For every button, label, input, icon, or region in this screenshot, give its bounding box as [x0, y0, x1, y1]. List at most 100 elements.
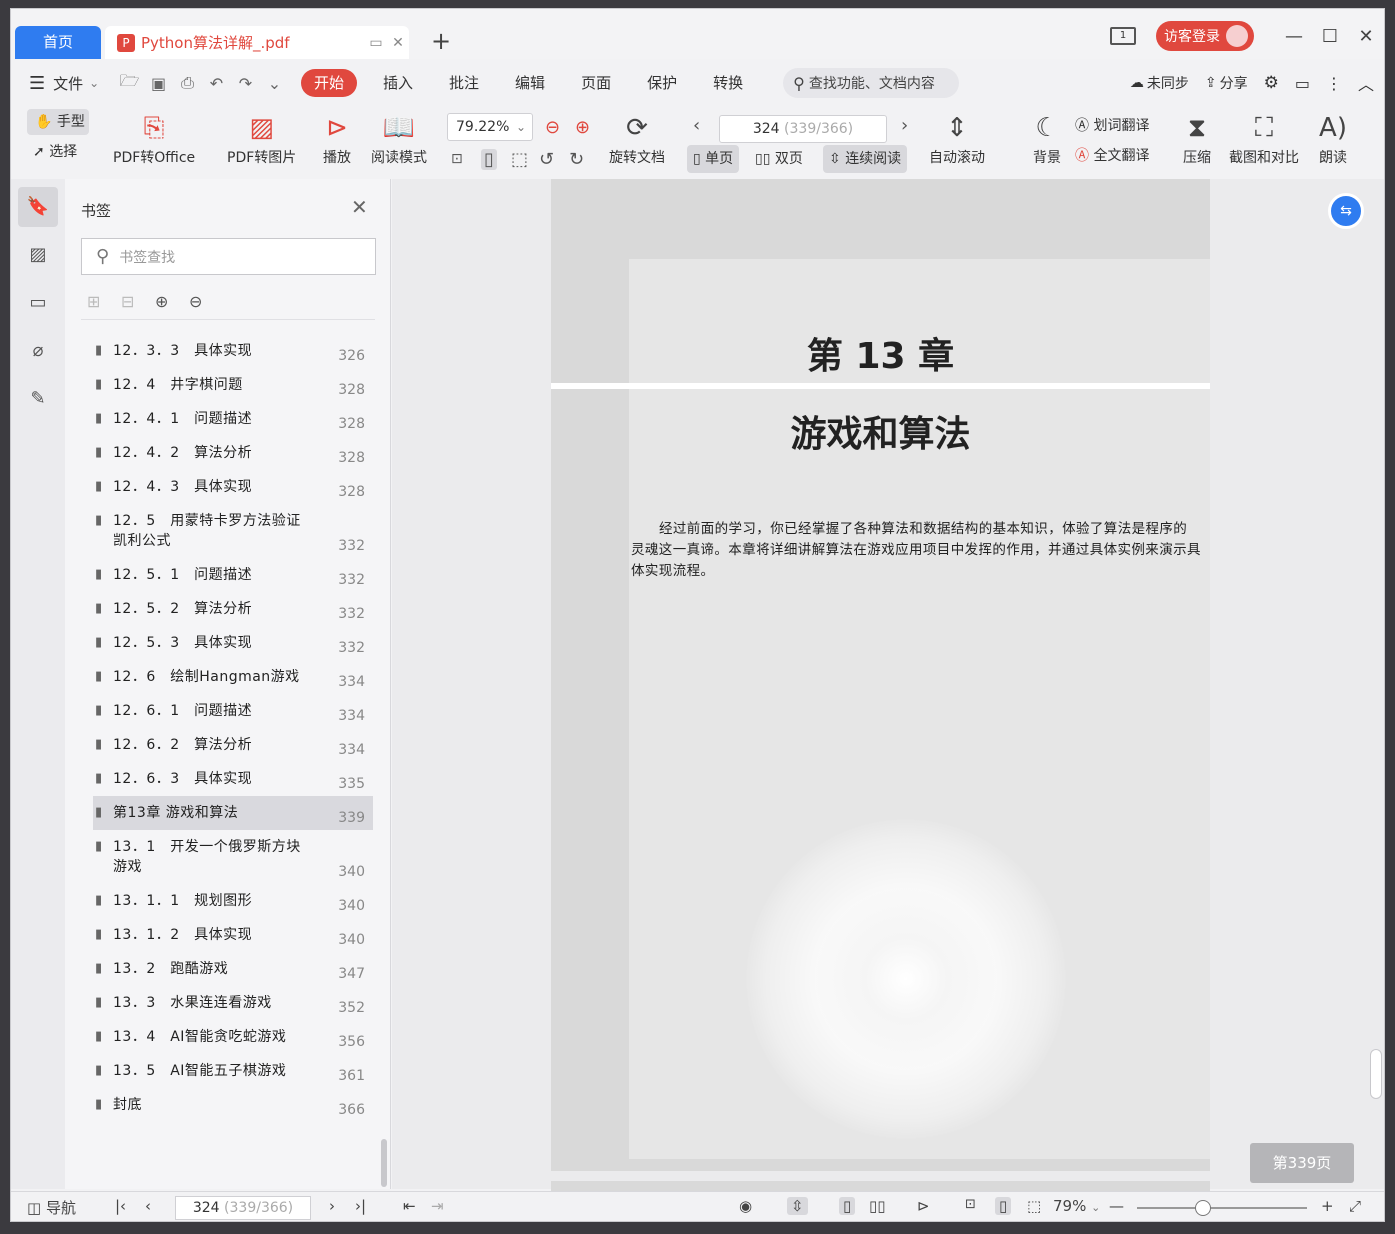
continuous-read-button[interactable]: ⇳ 连续阅读 [823, 145, 908, 173]
expand-all-icon[interactable]: ⊞ [87, 292, 121, 311]
share-button[interactable]: ⇪ 分享 [1205, 73, 1248, 93]
select-tool-button[interactable]: ➚ 选择 [33, 141, 77, 161]
forward-icon[interactable]: ⇥ [431, 1197, 444, 1215]
settings-icon[interactable]: ⚙ [1264, 73, 1279, 93]
fit-page-icon[interactable]: ▯ [995, 1197, 1012, 1215]
bookmark-item[interactable]: ▮ 12．6．3 具体实现 335 [93, 762, 373, 796]
prev-page-icon[interactable]: ‹ [693, 115, 700, 136]
bookmark-item[interactable]: ▮ 12．6．2 算法分析 334 [93, 728, 373, 762]
single-page-view-icon[interactable]: ▯ [839, 1197, 856, 1215]
play-button[interactable]: ⊳ 播放 [323, 109, 351, 167]
next-page-icon[interactable]: › [901, 115, 908, 136]
bookmark-item[interactable]: ▮ 13．1 开发一个俄罗斯方块游戏 340 [93, 830, 373, 884]
bookmark-item[interactable]: ▮ 12．5．3 具体实现 332 [93, 626, 373, 660]
bookmark-item[interactable]: ▮ 12．4．2 算法分析 328 [93, 436, 373, 470]
bookmark-item[interactable]: ▮ 12．6．1 问题描述 334 [93, 694, 373, 728]
bookmark-item[interactable]: ▮ 12．4 井字棋问题 328 [93, 368, 373, 402]
minimize-icon[interactable]: — [1276, 26, 1312, 47]
zoom-in-icon[interactable]: + [1321, 1197, 1334, 1215]
menu-tab-edit[interactable]: 编辑 [497, 69, 563, 97]
fullscreen-icon[interactable]: ⤢ [1349, 1197, 1361, 1215]
print-icon[interactable]: ⎙ [173, 73, 202, 93]
menu-tab-convert[interactable]: 转换 [695, 69, 761, 97]
redo-icon[interactable]: ↷ [231, 74, 260, 93]
floating-tool-button[interactable]: ⇆ [1328, 193, 1364, 229]
bookmark-item[interactable]: ▮ 13．5 AI智能五子棋游戏 361 [93, 1054, 373, 1088]
document-viewport[interactable]: 第 13 章 游戏和算法 经过前面的学习，你已经掌握了各种算法和数据结构的基本知… [392, 179, 1384, 1193]
rotate-document-button[interactable]: ⟳ 旋转文档 [609, 109, 665, 167]
save-icon[interactable]: ▣ [144, 74, 173, 93]
bookmark-item[interactable]: ▮ 13．1．2 具体实现 340 [93, 918, 373, 952]
eye-protection-icon[interactable]: ◉ [739, 1197, 752, 1215]
document-scrollbar[interactable] [1370, 1049, 1382, 1099]
bookmark-item[interactable]: ▮ 13．3 水果连连看游戏 352 [93, 986, 373, 1020]
zoom-out-icon[interactable]: — [1109, 1197, 1124, 1215]
zoom-out-icon[interactable]: ⊖ [545, 117, 560, 138]
pdf-to-image-button[interactable]: ▨ PDF转图片 [227, 109, 296, 167]
read-aloud-button[interactable]: A) 朗读 [1319, 109, 1347, 167]
undo-icon[interactable]: ↶ [202, 74, 231, 93]
fit-width-icon[interactable]: ⬚ [511, 149, 528, 170]
collapse-ribbon-icon[interactable]: ︿ [1358, 71, 1374, 95]
attachment-icon[interactable]: ⌀ [18, 331, 58, 371]
signature-icon[interactable]: ✎ [18, 379, 58, 419]
bookmark-item[interactable]: ▮ 12．4．3 具体实现 328 [93, 470, 373, 504]
double-page-view-icon[interactable]: ▯▯ [869, 1197, 886, 1215]
actual-size-icon[interactable]: ⊡ [451, 151, 463, 167]
zoom-slider[interactable] [1137, 1200, 1307, 1216]
screenshot-compare-button[interactable]: ⛶ 截图和对比 [1229, 109, 1299, 167]
background-button[interactable]: ☾ 背景 [1033, 109, 1061, 167]
rotate-left-icon[interactable]: ↺ [539, 149, 554, 170]
single-page-button[interactable]: ▯ 单页 [687, 145, 740, 173]
tab-home[interactable]: 首页 [15, 26, 101, 59]
close-tab-icon[interactable]: ✕ [387, 35, 409, 51]
next-page-icon[interactable]: › [329, 1197, 335, 1215]
comment-icon[interactable]: ▭ [1295, 74, 1310, 93]
bookmark-item[interactable]: ▮ 12．3．3 具体实现 326 [93, 334, 373, 368]
hand-tool-button[interactable]: ✋ 手型 [27, 109, 89, 135]
bookmark-item[interactable]: ▮ 13．4 AI智能贪吃蛇游戏 356 [93, 1020, 373, 1054]
open-folder-icon[interactable]: 🗁 [115, 70, 144, 97]
bookmark-search-input[interactable]: ⚲ 书签查找 [81, 238, 376, 275]
zoom-select[interactable]: 79.22% ⌄ [447, 113, 533, 141]
bookmark-item[interactable]: ▮ 12．5 用蒙特卡罗方法验证凯利公式 332 [93, 504, 373, 558]
zoom-slider-handle[interactable] [1195, 1200, 1211, 1216]
full-translate-button[interactable]: Ⓐ 全文翻译 [1075, 145, 1149, 165]
close-window-icon[interactable]: ✕ [1348, 26, 1384, 47]
login-button[interactable]: 访客登录 [1156, 21, 1254, 51]
function-search-input[interactable]: ⚲ 查找功能、文档内容 [783, 68, 960, 98]
first-page-icon[interactable]: |‹ [115, 1197, 126, 1215]
double-page-button[interactable]: ▯▯ 双页 [749, 145, 809, 173]
zoom-in-icon[interactable]: ⊕ [575, 117, 590, 138]
file-menu[interactable]: ☰ 文件 ⌄ [11, 73, 115, 94]
bookmark-item[interactable]: ▮ 第13章 游戏和算法 339 [93, 796, 373, 830]
page-number-input[interactable]: 324 (339/366) [719, 115, 887, 143]
thumbnail-icon[interactable]: ▨ [18, 235, 58, 275]
fit-page-icon[interactable]: ▯ [481, 149, 497, 170]
bookmark-item[interactable]: ▮ 13．2 跑酷游戏 347 [93, 952, 373, 986]
comment-panel-icon[interactable]: ▭ [18, 283, 58, 323]
collapse-all-icon[interactable]: ⊟ [121, 292, 155, 311]
bookmark-scrollbar[interactable] [381, 1139, 387, 1187]
sync-button[interactable]: ☁ 未同步 [1130, 73, 1189, 93]
new-tab-button[interactable]: + [431, 29, 451, 53]
bookmark-icon[interactable]: 🔖 [18, 187, 58, 227]
bookmark-item[interactable]: ▮ 12．4．1 问题描述 328 [93, 402, 373, 436]
bookmark-item[interactable]: ▮ 12．5．2 算法分析 332 [93, 592, 373, 626]
word-translate-button[interactable]: Ⓐ 划词翻译 [1075, 115, 1149, 135]
menu-tab-insert[interactable]: 插入 [365, 69, 431, 97]
bookmark-item[interactable]: ▮ 封底 366 [93, 1088, 373, 1122]
navigation-toggle[interactable]: ◫ 导航 [27, 1197, 76, 1218]
window-layout-icon[interactable]: 1 [1110, 27, 1136, 45]
bookmark-item[interactable]: ▮ 13．1．1 规划图形 340 [93, 884, 373, 918]
auto-scroll-button[interactable]: ⇕ 自动滚动 [929, 109, 985, 167]
prev-page-icon[interactable]: ‹ [145, 1197, 151, 1215]
menu-tab-annotate[interactable]: 批注 [431, 69, 497, 97]
add-bookmark-icon[interactable]: ⊕ [155, 292, 189, 311]
bookmark-item[interactable]: ▮ 12．5．1 问题描述 332 [93, 558, 373, 592]
actual-size-icon[interactable]: ⊡ [965, 1197, 976, 1212]
bookmark-item[interactable]: ▮ 12．6 绘制Hangman游戏 334 [93, 660, 373, 694]
fit-width-icon[interactable]: ⬚ [1027, 1197, 1041, 1215]
customize-toolbar-icon[interactable]: ⌄ [260, 74, 289, 93]
pdf-to-office-button[interactable]: ⎘ PDF转Office [113, 109, 195, 167]
